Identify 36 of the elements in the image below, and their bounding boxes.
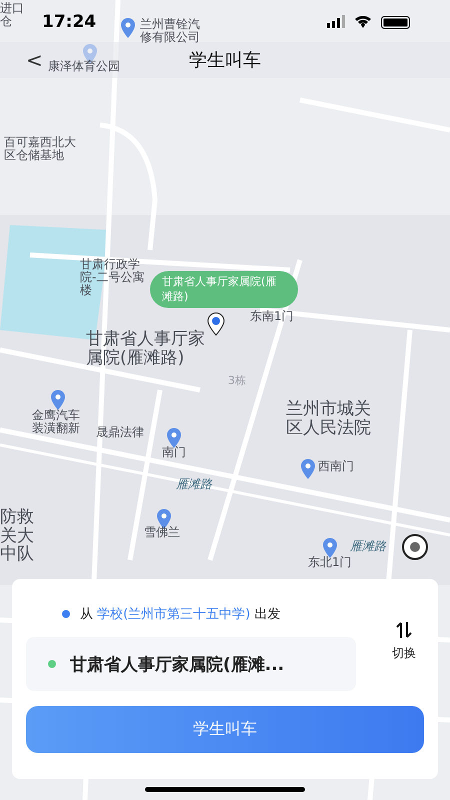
map-pin-icon <box>166 428 182 448</box>
map-label: 雁滩路 <box>176 478 214 492</box>
map-label: 防救关大中队 <box>0 508 35 564</box>
location-callout: 甘肃省人事厅家属院(雁滩路) <box>150 271 298 308</box>
origin-dot <box>62 610 70 618</box>
map-label: 南门 <box>162 446 187 460</box>
map-label: 西南门 <box>318 460 355 474</box>
map-label: 兰州曹铨汽修有限公司 <box>140 18 201 44</box>
map-label: 金鹰汽车装潢翻新 <box>32 409 81 436</box>
map-label: 雁滩路 <box>350 540 388 554</box>
signal-icon <box>327 15 345 29</box>
map-label: 东南1门 <box>250 310 295 324</box>
destination-field[interactable]: 甘肃省人事厅家属院(雁滩... <box>26 637 356 691</box>
back-button[interactable]: < <box>22 48 47 72</box>
map-label: 3栋 <box>228 375 247 388</box>
map-pin-icon <box>50 390 66 410</box>
map-label: 甘肃省人事厅家属院(雁滩路) <box>86 330 206 368</box>
map-pin-icon <box>322 538 338 558</box>
map-pin-icon <box>300 459 316 479</box>
origin-text: 从 学校(兰州市第三十五中学) 出发 <box>80 606 280 623</box>
map-label: 甘肃行政学院-二号公寓楼 <box>80 258 146 298</box>
map-label: 东北1门 <box>308 556 353 570</box>
map-pin-icon <box>120 18 136 38</box>
swap-button[interactable]: 切换 <box>392 621 416 662</box>
map-label: 晟鼎法律 <box>96 426 145 440</box>
wifi-icon <box>355 16 371 28</box>
map-label: 雪佛兰 <box>144 526 181 540</box>
map-label: 进口仓 <box>0 2 25 28</box>
swap-icon <box>396 621 412 639</box>
location-pin-icon <box>207 312 225 336</box>
page-title: 学生叫车 <box>189 49 261 72</box>
battery-icon <box>381 16 410 28</box>
map-label: 百可嘉西北大区仓储基地 <box>4 136 77 162</box>
status-time: 17:24 <box>42 12 96 32</box>
map-label: 康泽体育公园 <box>48 60 121 74</box>
map-label: 兰州市城关区人民法院 <box>286 400 372 438</box>
